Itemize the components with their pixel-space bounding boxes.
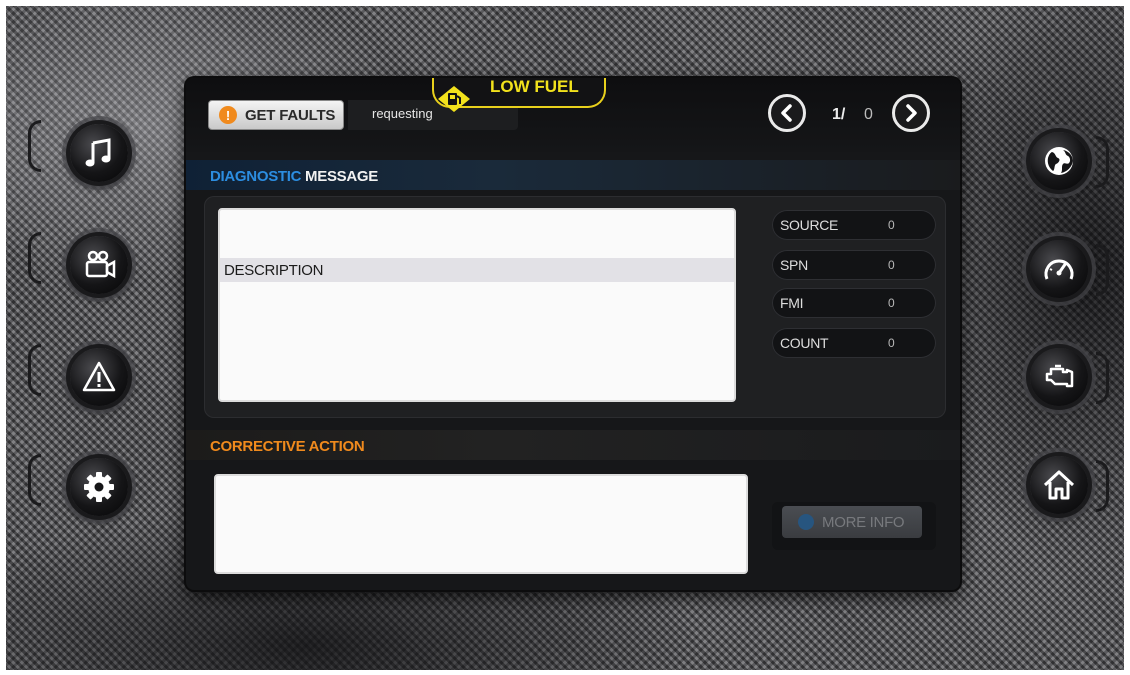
page-total: 0 xyxy=(864,106,873,123)
stat-label: FMI xyxy=(780,295,804,311)
fuel-pump-icon xyxy=(438,86,470,112)
bracket-decoration xyxy=(28,454,41,506)
warning-icon xyxy=(82,361,116,392)
info-icon xyxy=(798,514,814,530)
bracket-decoration xyxy=(1096,460,1109,512)
description-box: DESCRIPTION xyxy=(218,208,736,402)
settings-gear-icon xyxy=(84,472,114,502)
pager: 1/ 0 xyxy=(768,90,938,138)
speedometer-icon xyxy=(1044,259,1074,280)
stat-label: SPN xyxy=(780,257,808,273)
diagnostics-panel: ! GET FAULTS requesting LOW FUEL 1/ 0 DI… xyxy=(186,78,960,590)
music-button[interactable] xyxy=(70,124,128,182)
stat-value: 0 xyxy=(888,336,895,350)
home-button[interactable] xyxy=(1030,456,1088,514)
background-frame: ! GET FAULTS requesting LOW FUEL 1/ 0 DI… xyxy=(6,6,1124,670)
stat-value: 0 xyxy=(888,258,895,272)
stat-value: 0 xyxy=(888,296,895,310)
engine-button[interactable] xyxy=(1030,348,1088,406)
music-icon xyxy=(85,138,111,167)
page-current: 1/ xyxy=(832,106,846,123)
diagnostic-title-accent: DIAGNOSTIC xyxy=(210,168,302,185)
corrective-title: CORRECTIVE ACTION xyxy=(210,438,365,455)
corrective-action-box xyxy=(214,474,748,574)
alerts-button[interactable] xyxy=(70,348,128,406)
bracket-decoration xyxy=(28,344,41,396)
gauges-button[interactable] xyxy=(1030,240,1088,298)
chevron-right-icon xyxy=(906,104,917,122)
description-label: DESCRIPTION xyxy=(224,262,324,279)
get-faults-button[interactable]: ! GET FAULTS xyxy=(208,100,344,130)
stat-source: SOURCE 0 xyxy=(772,210,936,240)
globe-icon xyxy=(1045,147,1073,175)
bracket-decoration xyxy=(1096,352,1109,404)
chevron-left-icon xyxy=(781,104,792,122)
diagnostic-title-rest: MESSAGE xyxy=(301,168,378,185)
bracket-decoration xyxy=(28,232,41,284)
more-info-label: MORE INFO xyxy=(822,513,905,531)
exclamation-icon: ! xyxy=(219,106,237,124)
previous-page-button[interactable] xyxy=(768,94,806,132)
low-fuel-text: LOW FUEL xyxy=(490,78,579,96)
description-row: DESCRIPTION xyxy=(220,258,734,282)
video-button[interactable] xyxy=(70,236,128,294)
video-camera-icon xyxy=(85,250,116,279)
stat-label: SOURCE xyxy=(780,217,839,233)
diagnostic-section-header: DIAGNOSTIC MESSAGE xyxy=(186,160,960,190)
diagnostic-title: DIAGNOSTIC MESSAGE xyxy=(210,168,378,185)
bracket-decoration xyxy=(1096,136,1109,188)
more-info-button[interactable]: MORE INFO xyxy=(782,506,922,538)
corrective-section-header: CORRECTIVE ACTION xyxy=(186,430,960,460)
request-status-text: requesting xyxy=(372,106,433,121)
bracket-decoration xyxy=(1096,244,1109,296)
stat-spn: SPN 0 xyxy=(772,250,936,280)
stat-fmi: FMI 0 xyxy=(772,288,936,318)
bracket-decoration xyxy=(28,120,41,172)
navigation-button[interactable] xyxy=(1030,132,1088,190)
next-page-button[interactable] xyxy=(892,94,930,132)
stat-label: COUNT xyxy=(780,335,829,351)
home-icon xyxy=(1043,470,1075,500)
stat-value: 0 xyxy=(888,218,895,232)
engine-icon xyxy=(1045,364,1074,388)
stat-count: COUNT 0 xyxy=(772,328,936,358)
settings-button[interactable] xyxy=(70,458,128,516)
get-faults-label: GET FAULTS xyxy=(245,106,336,124)
